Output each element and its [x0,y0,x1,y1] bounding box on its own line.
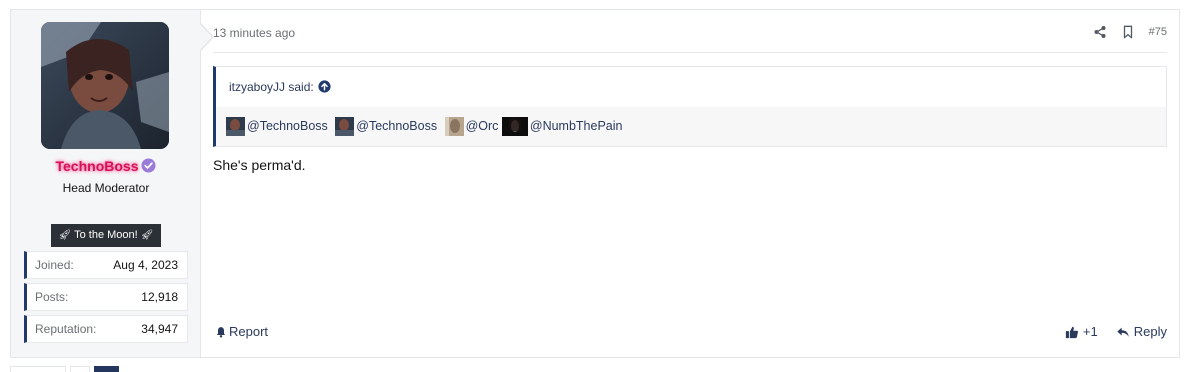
mention-orc[interactable]: @Orc [444,107,499,146]
mention-avatar-icon [335,117,355,136]
rocket-icon: 🚀︎ [140,230,154,241]
stat-reputation-value: 34,947 [141,322,178,336]
thumbs-up-icon [1065,326,1078,338]
mention-avatar-icon [444,117,464,136]
avatar[interactable] [41,22,169,149]
stat-posts-label: Posts: [35,290,69,304]
stat-reputation: Reputation: 34,947 [24,315,188,343]
reply-button[interactable]: Reply [1116,324,1167,339]
quote-header: itzyaboyJJ said: [216,67,1166,107]
stat-joined: Joined: Aug 4, 2023 [24,251,188,279]
post-message: She's perma'd. [213,157,306,173]
username-row: TechnoBoss [11,158,201,176]
post-time[interactable]: 13 minutes ago [213,26,295,40]
page-item[interactable] [70,366,90,372]
user-info-panel: TechnoBoss Head Moderator 🚀︎ To the Moon… [11,10,201,357]
mention-label: @NumbThePain [529,119,623,133]
mention-label: @TechnoBoss [356,119,438,133]
mention-avatar-icon [226,117,245,136]
rocket-icon: 🚀︎ [58,230,72,241]
stat-reputation-label: Reputation: [35,322,97,336]
header-divider [213,52,1167,53]
username[interactable]: TechnoBoss [56,158,139,174]
mention-technoboss-2[interactable]: @TechnoBoss [335,107,437,146]
report-button[interactable]: Report [215,324,268,339]
arrow-up-circle-icon[interactable] [318,80,331,93]
post-header-actions: #75 [1093,24,1167,40]
share-icon[interactable] [1093,25,1107,39]
stat-joined-value: Aug 4, 2023 [113,258,178,272]
quote-body: @TechnoBoss @TechnoBoss @Orc @NumbThePai… [216,107,1166,146]
quote-block: itzyaboyJJ said: @TechnoBoss @TechnoBoss… [213,66,1167,147]
stat-posts: Posts: 12,918 [24,283,188,311]
mention-numbthepain[interactable]: @NumbThePain [501,107,623,146]
stat-posts-value[interactable]: 12,918 [141,284,178,310]
reply-icon [1117,327,1129,337]
post-container: TechnoBoss Head Moderator 🚀︎ To the Moon… [10,9,1180,358]
stat-joined-label: Joined: [35,258,74,272]
like-button[interactable]: +1 [1065,324,1098,339]
like-count: +1 [1082,324,1098,339]
quote-author[interactable]: itzyaboyJJ said: [229,80,314,94]
mention-technoboss-1[interactable]: @TechnoBoss [226,107,328,146]
page-item-current[interactable] [94,366,119,372]
post-main: 13 minutes ago #75 itzyaboyJJ said: @Tec… [201,10,1179,357]
mention-avatar-icon [501,117,528,136]
verified-check-icon [141,158,157,173]
bell-icon [216,326,226,338]
user-role: Head Moderator [62,181,150,195]
pagination [10,366,150,372]
page-nav-prev[interactable] [10,366,66,372]
reply-label: Reply [1133,324,1167,339]
user-banner: 🚀︎ To the Moon! 🚀︎ [51,224,161,247]
bookmark-icon[interactable] [1121,25,1135,39]
post-number[interactable]: #75 [1149,26,1167,38]
mention-label: @TechnoBoss [247,119,328,133]
post-footer-actions: +1 Reply [1065,324,1167,339]
user-banner-label: To the Moon! [74,229,138,241]
report-label: Report [229,324,269,339]
mention-label: @Orc [465,119,499,133]
